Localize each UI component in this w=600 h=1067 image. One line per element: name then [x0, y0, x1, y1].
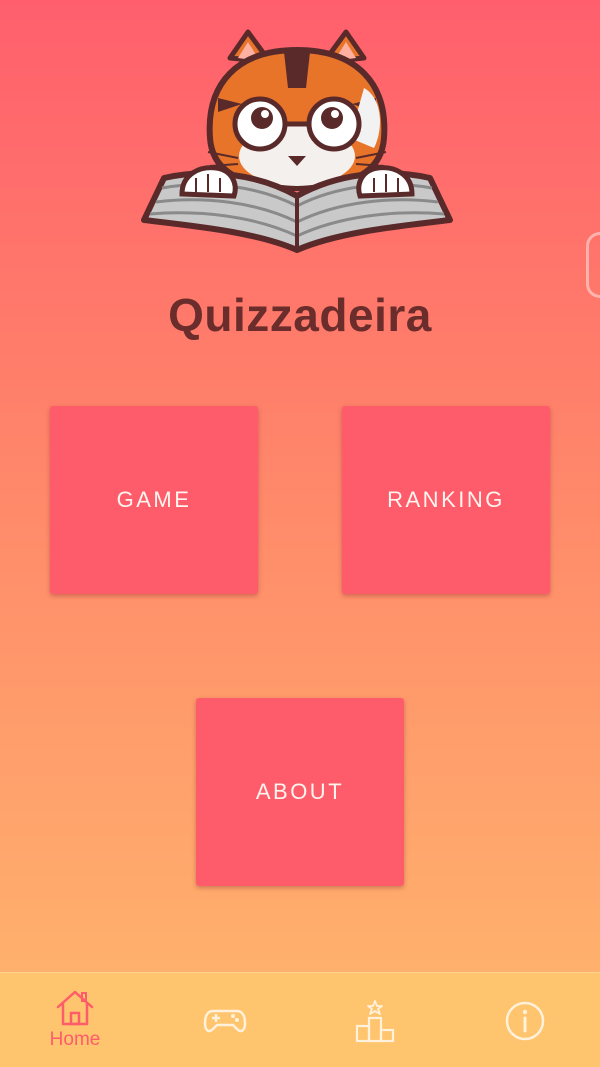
home-screen: Quizzadeira GAME RANKING ABOUT Home: [0, 0, 600, 1067]
ranking-button[interactable]: RANKING: [342, 406, 550, 594]
bottom-navigation: Home: [0, 972, 600, 1067]
nav-item-game[interactable]: [150, 973, 300, 1067]
nav-item-ranking[interactable]: [300, 973, 450, 1067]
nav-label-home: Home: [49, 1029, 101, 1050]
home-icon: [56, 990, 94, 1026]
nav-item-about[interactable]: [450, 973, 600, 1067]
cat-reading-book-icon: [141, 29, 453, 253]
edge-swipe-handle[interactable]: [586, 232, 600, 298]
ranking-button-label: RANKING: [387, 487, 505, 512]
podium-icon: [355, 1000, 395, 1043]
game-button[interactable]: GAME: [50, 406, 258, 594]
about-button[interactable]: ABOUT: [196, 698, 404, 886]
gamepad-icon: [203, 1009, 247, 1033]
nav-item-home[interactable]: Home: [0, 973, 150, 1067]
about-button-label: ABOUT: [255, 779, 345, 804]
info-icon: [505, 1001, 545, 1041]
app-title: Quizzadeira: [168, 289, 432, 341]
game-button-label: GAME: [116, 487, 192, 512]
